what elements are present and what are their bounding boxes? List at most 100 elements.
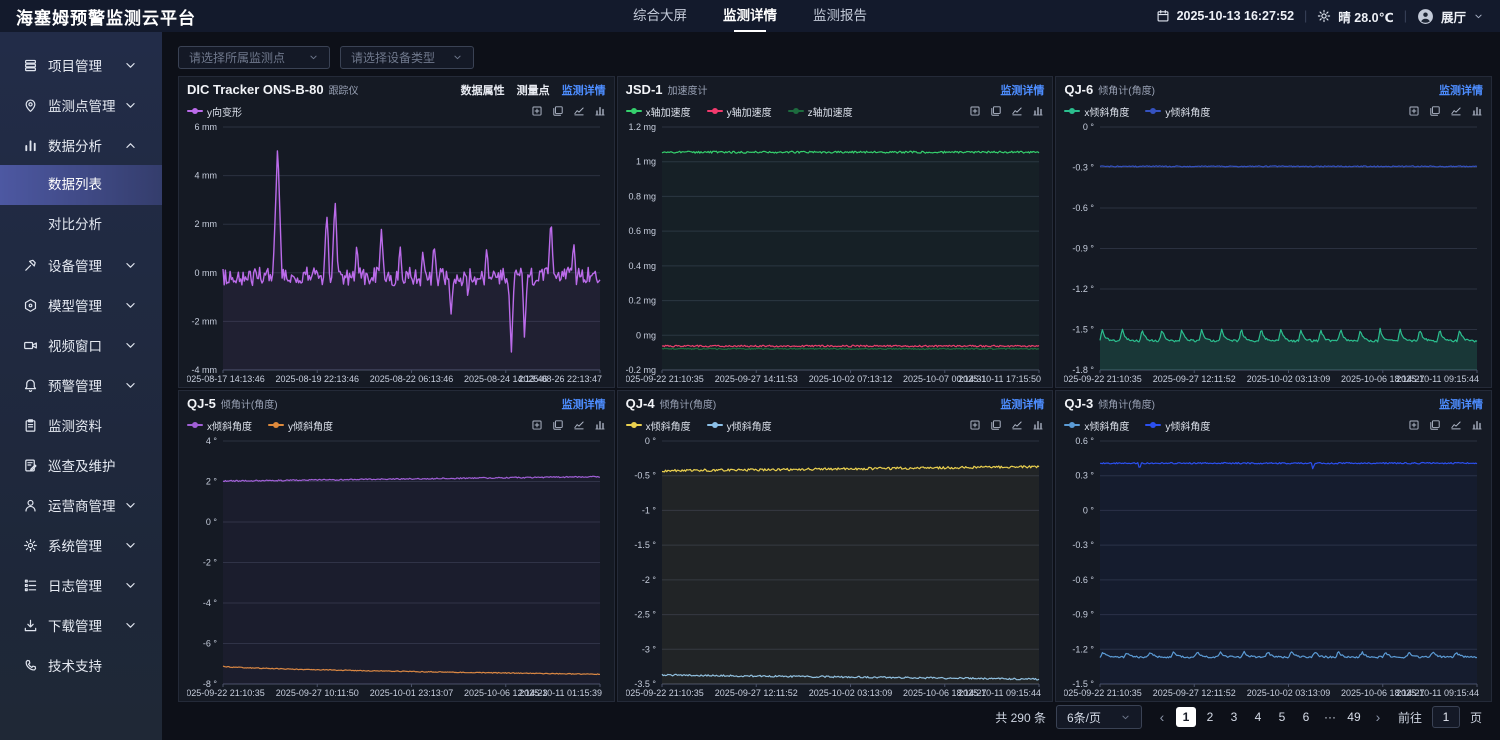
legend-item[interactable]: y倾斜角度 — [707, 418, 772, 433]
legend-item[interactable]: y倾斜角度 — [1145, 418, 1210, 433]
legend-item[interactable]: x倾斜角度 — [626, 418, 691, 433]
more-pages[interactable]: ··· — [1320, 707, 1340, 727]
legend-item[interactable]: y轴加速度 — [707, 104, 772, 119]
sidebar-item-patrol[interactable]: 巡查及维护 — [0, 445, 162, 485]
page-6[interactable]: 6 — [1296, 707, 1316, 727]
sidebar-item-analysis[interactable]: 数据分析 — [0, 125, 162, 165]
sidebar-item-label: 技术支持 — [48, 655, 102, 675]
sidebar-item-log[interactable]: 日志管理 — [0, 565, 162, 605]
panel-link-数据属性[interactable]: 数据属性 — [461, 82, 505, 98]
bar-chart-icon[interactable] — [1471, 419, 1483, 431]
sidebar-item-download[interactable]: 下载管理 — [0, 605, 162, 645]
page-3[interactable]: 3 — [1224, 707, 1244, 727]
goto-page-input[interactable] — [1432, 706, 1460, 728]
line-chart-icon[interactable] — [1450, 419, 1462, 431]
bar-chart-icon[interactable] — [1032, 419, 1044, 431]
panel-legend-row: x倾斜角度 y倾斜角度 — [1064, 416, 1483, 434]
restore-icon[interactable] — [990, 419, 1002, 431]
sidebar-item-model[interactable]: 模型管理 — [0, 285, 162, 325]
monitor-point-select[interactable]: 请选择所属监测点 — [178, 46, 330, 69]
nav-monitor-detail[interactable]: 监测详情 — [723, 0, 777, 32]
sidebar-item-video[interactable]: 视频窗口 — [0, 325, 162, 365]
page-size-select[interactable]: 6条/页 — [1056, 705, 1142, 729]
panel-link-monitor-detail[interactable]: 监测详情 — [1000, 82, 1044, 98]
panel-link-monitor-detail[interactable]: 监测详情 — [1000, 396, 1044, 412]
legend-item[interactable]: x倾斜角度 — [187, 418, 252, 433]
legend-item[interactable]: x倾斜角度 — [1064, 418, 1129, 433]
data-zoom-icon[interactable] — [531, 419, 543, 431]
svg-text:2025-09-27 14:11:53: 2025-09-27 14:11:53 — [714, 374, 797, 384]
chart-svg: 6 mm4 mm2 mm0 mm-2 mm-4 mm2025-08-17 14:… — [187, 120, 606, 385]
svg-text:2025-09-27 12:11:52: 2025-09-27 12:11:52 — [1153, 374, 1236, 384]
page-5[interactable]: 5 — [1272, 707, 1292, 727]
line-chart-icon[interactable] — [1011, 419, 1023, 431]
svg-text:2025-09-22 21:10:35: 2025-09-22 21:10:35 — [626, 374, 704, 384]
page-1[interactable]: 1 — [1176, 707, 1196, 727]
goto-suffix: 页 — [1470, 709, 1482, 726]
sidebar-subitem-数据列表[interactable]: 数据列表 — [0, 165, 162, 205]
model-icon — [23, 298, 38, 313]
legend-item[interactable]: y倾斜角度 — [268, 418, 333, 433]
datetime-text: 2025-10-13 16:27:52 — [1177, 9, 1294, 23]
legend-item[interactable]: x倾斜角度 — [1064, 104, 1129, 119]
nav-monitor-report[interactable]: 监测报告 — [813, 0, 867, 32]
panel-links: 监测详情 — [562, 396, 606, 412]
device-type: 倾角计(角度) — [1098, 82, 1155, 97]
line-chart-icon[interactable] — [1011, 105, 1023, 117]
panel-link-monitor-detail[interactable]: 监测详情 — [1439, 82, 1483, 98]
sidebar-item-project[interactable]: 项目管理 — [0, 45, 162, 85]
data-zoom-icon[interactable] — [1408, 419, 1420, 431]
bar-chart-icon[interactable] — [1032, 105, 1044, 117]
panel-legend-row: y向变形 — [187, 102, 606, 120]
bar-chart-icon[interactable] — [594, 419, 606, 431]
total-count: 共 290 条 — [995, 709, 1046, 726]
line-chart-icon[interactable] — [573, 105, 585, 117]
sidebar-menu: 项目管理 监测点管理 数据分析 数据列表对比分析 设备管理 模型管理 视频窗口 … — [0, 32, 162, 685]
legend-marker — [1145, 108, 1161, 115]
sidebar-subitem-对比分析[interactable]: 对比分析 — [0, 205, 162, 245]
data-zoom-icon[interactable] — [969, 419, 981, 431]
panel-link-monitor-detail[interactable]: 监测详情 — [1439, 396, 1483, 412]
legend-item[interactable]: x轴加速度 — [626, 104, 691, 119]
panel-link-monitor-detail[interactable]: 监测详情 — [562, 396, 606, 412]
user-name[interactable]: 展厅 — [1441, 7, 1466, 26]
legend-item[interactable]: z轴加速度 — [788, 104, 853, 119]
sidebar-item-settings[interactable]: 系统管理 — [0, 525, 162, 565]
panel-link-测量点[interactable]: 测量点 — [517, 82, 550, 98]
chart-toolbox — [1408, 105, 1483, 117]
sidebar-item-operator[interactable]: 运营商管理 — [0, 485, 162, 525]
next-page-button[interactable]: › — [1368, 707, 1388, 727]
data-zoom-icon[interactable] — [1408, 105, 1420, 117]
bar-chart-icon[interactable] — [594, 105, 606, 117]
restore-icon[interactable] — [552, 105, 564, 117]
panel-link-monitor-detail[interactable]: 监测详情 — [562, 82, 606, 98]
restore-icon[interactable] — [990, 105, 1002, 117]
nav-overview[interactable]: 综合大屏 — [633, 0, 687, 32]
legend-item[interactable]: y向变形 — [187, 104, 242, 119]
chevron-down-icon[interactable] — [1473, 11, 1484, 22]
data-zoom-icon[interactable] — [531, 105, 543, 117]
line-chart-icon[interactable] — [573, 419, 585, 431]
bar-chart-icon[interactable] — [1471, 105, 1483, 117]
prev-page-button[interactable]: ‹ — [1152, 707, 1172, 727]
page-49[interactable]: 49 — [1344, 707, 1364, 727]
chevron-down-icon — [123, 498, 138, 513]
chart-panel: QJ-4 倾角计(角度) 监测详情 x倾斜角度y倾斜角度 0 °-0.5 °-1… — [617, 390, 1054, 702]
restore-icon[interactable] — [1429, 105, 1441, 117]
restore-icon[interactable] — [552, 419, 564, 431]
svg-text:-0.3 °: -0.3 ° — [1073, 540, 1095, 550]
sidebar-item-doc[interactable]: 监测资料 — [0, 405, 162, 445]
page-2[interactable]: 2 — [1200, 707, 1220, 727]
device-type-select[interactable]: 请选择设备类型 — [340, 46, 474, 69]
svg-text:-0.3 °: -0.3 ° — [1073, 163, 1095, 173]
sidebar-item-location[interactable]: 监测点管理 — [0, 85, 162, 125]
page-4[interactable]: 4 — [1248, 707, 1268, 727]
sidebar-item-support[interactable]: 技术支持 — [0, 645, 162, 685]
sidebar-item-alert[interactable]: 预警管理 — [0, 365, 162, 405]
restore-icon[interactable] — [1429, 419, 1441, 431]
sidebar-item-device[interactable]: 设备管理 — [0, 245, 162, 285]
data-zoom-icon[interactable] — [969, 105, 981, 117]
legend-item[interactable]: y倾斜角度 — [1145, 104, 1210, 119]
line-chart-icon[interactable] — [1450, 105, 1462, 117]
chart-panel: QJ-5 倾角计(角度) 监测详情 x倾斜角度y倾斜角度 4 °2 °0 °-2… — [178, 390, 615, 702]
